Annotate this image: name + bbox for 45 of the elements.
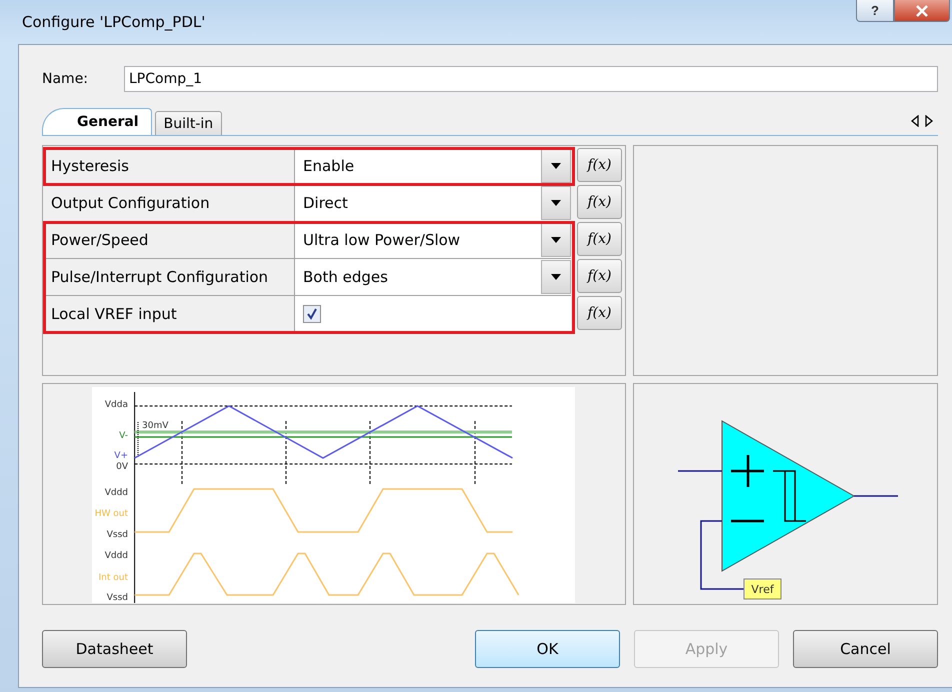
dropdown-button[interactable] [541,149,571,183]
dropdown-button[interactable] [541,260,571,294]
parameter-label: Pulse/Interrupt Configuration [43,259,295,296]
formula-button[interactable]: f(x) [577,222,622,256]
formula-button[interactable]: f(x) [577,259,622,293]
axis-label: 30mV [142,421,168,431]
axis-label: Vddd [104,488,128,498]
parameter-dropdown[interactable]: Ultra low Power/Slow [295,222,571,259]
caret-icon [551,163,561,169]
axis-label: V- [119,431,128,441]
caret-icon [551,274,561,280]
parameter-dropdown[interactable]: Both edges [295,259,571,296]
name-label: Name: [42,71,90,87]
vref-label: Vref [744,578,782,600]
tab[interactable]: Built-in [154,111,222,135]
name-field[interactable]: LPComp_1 [124,66,938,92]
formula-button[interactable]: f(x) [577,148,622,182]
caret-icon [551,237,561,243]
scroll-left-icon[interactable] [910,115,920,127]
checkbox[interactable] [303,305,321,323]
dropdown-button[interactable] [541,223,571,257]
close-button[interactable] [894,0,950,22]
dialog-button[interactable]: Datasheet [42,630,187,668]
formula-button[interactable]: f(x) [577,185,622,219]
dialog-button[interactable]: OK [475,630,620,668]
caret-icon [551,200,561,206]
axis-label: V+ [114,451,128,461]
scroll-right-icon[interactable] [924,115,934,127]
axis-label: Vdda [104,400,128,410]
help-button[interactable]: ? [856,0,894,22]
dialog-button[interactable]: Cancel [793,630,938,668]
axis-label: Vssd [106,530,128,540]
axis-label: Int out [98,573,128,583]
formula-button[interactable]: f(x) [577,296,622,330]
tab[interactable]: General [42,108,152,135]
dropdown-button[interactable] [541,186,571,220]
axis-label: 0V [116,462,128,472]
axis-label: Vddd [104,551,128,561]
axis-label: Vssd [106,593,128,603]
parameter-label: Power/Speed [43,222,295,259]
check-icon [306,308,318,320]
parameter-dropdown[interactable]: Direct [295,185,571,222]
window-title: Configure 'LPComp_PDL' [21,13,206,31]
axis-label: HW out [94,509,128,519]
close-icon [915,4,929,16]
